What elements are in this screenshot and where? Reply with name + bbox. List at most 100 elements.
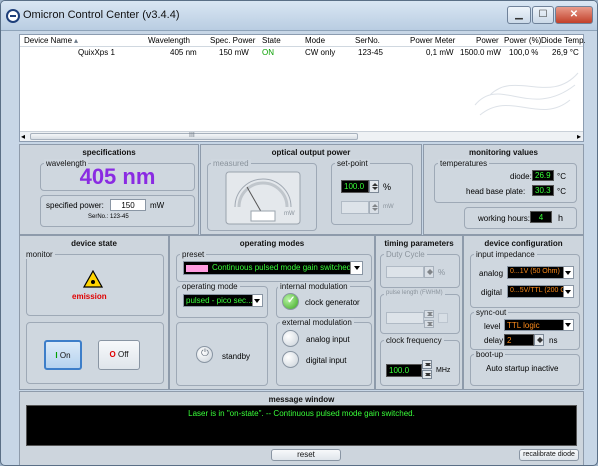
preset-select[interactable]: Continuous pulsed mode gain switched — [183, 261, 363, 275]
app-window: Omicron Control Center (v3.4.4) ▁ ☐ ✕ De… — [0, 0, 598, 466]
pulse-length-spinner-1 — [424, 310, 434, 318]
pulse-length-label: pulse length (FWHM) — [384, 290, 445, 296]
standby-toggle[interactable]: ⏻ — [196, 346, 213, 363]
table-row[interactable]: QuixXps 1 405 nm 150 mW ON CW only 123-4… — [20, 47, 583, 58]
device-state-panel: device state monitor emission I On O Off — [19, 235, 169, 390]
col-diode-temp[interactable]: Diode Temp. — [541, 36, 586, 45]
timing-panel: timing parameters Duty Cycle % pulse len… — [375, 235, 463, 390]
setpoint-mw-field — [341, 201, 369, 214]
title-bar: Omicron Control Center (v3.4.4) ▁ ☐ ✕ — [1, 1, 597, 31]
level-label: level — [484, 322, 501, 331]
temperatures-label: temperatures — [438, 159, 490, 168]
col-power[interactable]: Power — [476, 36, 499, 45]
duty-cycle-field — [386, 266, 424, 278]
laser-warning-icon — [83, 270, 103, 288]
timing-title: timing parameters — [384, 239, 454, 248]
recalibrate-diode-button[interactable]: recalibrate diode — [519, 449, 579, 461]
digital-impedance-select[interactable]: 0...5V/TTL (200 O — [507, 285, 574, 298]
close-button[interactable]: ✕ — [555, 6, 593, 24]
measured-label: measured — [211, 159, 251, 168]
operating-mode-select[interactable]: pulsed - pico sec... — [183, 294, 263, 307]
off-button[interactable]: O Off — [98, 340, 140, 370]
setpoint-mw-unit: mW — [383, 204, 394, 210]
analog-input-label: analog input — [306, 335, 350, 344]
operating-modes-panel: operating modes preset Continuous pulsed… — [169, 235, 375, 390]
scroll-left-icon[interactable]: ◂ — [21, 132, 25, 141]
clock-generator-toggle[interactable]: ✓ — [282, 293, 299, 310]
on-button[interactable]: I On — [44, 340, 82, 370]
col-wavelength[interactable]: Wavelength — [148, 36, 190, 45]
col-power-percent[interactable]: Power (%) — [504, 36, 541, 45]
list-header: Device Name ▴ Wavelength Spec. Power Sta… — [20, 35, 586, 47]
digital-dropdown-icon[interactable] — [563, 286, 573, 297]
analog-impedance-select[interactable]: 0...1V (50 Ohm) — [507, 266, 574, 279]
minimize-button[interactable]: ▁ — [507, 6, 531, 24]
horizontal-scrollbar[interactable]: ◂ III ▸ — [20, 131, 583, 141]
maximize-button[interactable]: ☐ — [532, 6, 554, 24]
diode-label: diode: — [510, 172, 532, 181]
reset-button[interactable]: reset — [271, 449, 341, 461]
operating-mode-value: pulsed - pico sec... — [186, 296, 253, 305]
setpoint-mw-spinner — [369, 201, 379, 214]
col-serno[interactable]: SerNo. — [355, 36, 380, 45]
monitoring-panel: monitoring values temperatures diode: 26… — [423, 144, 584, 235]
standby-label: standby — [222, 352, 251, 361]
cell-mode: CW only — [305, 48, 336, 57]
cell-wavelength: 405 nm — [170, 48, 197, 57]
digital-label: digital — [481, 288, 502, 297]
cell-spec-power: 150 mW — [219, 48, 249, 57]
bootup-value: Auto startup inactive — [486, 364, 559, 373]
col-power-meter[interactable]: Power Meter — [410, 36, 455, 45]
digital-input-label: digital input — [306, 356, 347, 365]
internal-mod-label: internal modulation — [278, 282, 350, 291]
clock-freq-spinner-up[interactable] — [422, 360, 432, 369]
setpoint-spinner[interactable] — [369, 180, 379, 193]
level-dropdown-icon[interactable] — [563, 320, 573, 330]
device-config-title: device configuration — [484, 239, 563, 248]
optical-output-title: optical output power — [271, 148, 351, 157]
working-hours-field: 4 — [530, 211, 552, 223]
clock-freq-spinner-down[interactable] — [422, 370, 432, 379]
setpoint-field[interactable]: 100.0 — [341, 180, 369, 193]
clock-freq-label: clock frequency — [384, 336, 444, 345]
analog-dropdown-icon[interactable] — [563, 267, 573, 278]
message-title: message window — [268, 395, 335, 404]
pulse-length-spinner-2 — [424, 320, 434, 328]
preset-dropdown-icon[interactable] — [350, 262, 362, 274]
window-title: Omicron Control Center (v3.4.4) — [23, 9, 180, 21]
cell-diode-temp: 26,9 °C — [552, 48, 579, 57]
off-indicator-icon: O — [109, 350, 116, 359]
thumb-grip-icon: III — [189, 132, 195, 139]
delay-field[interactable]: 2 — [504, 334, 534, 346]
col-state[interactable]: State — [262, 36, 281, 45]
col-spec-power[interactable]: Spec. Power — [210, 36, 255, 45]
device-list[interactable]: Device Name ▴ Wavelength Spec. Power Sta… — [19, 34, 586, 142]
optical-output-panel: optical output power measured mW set-poi… — [200, 144, 422, 235]
col-device-name[interactable]: Device Name — [24, 36, 72, 45]
off-button-label: Off — [117, 350, 129, 359]
serno-text: SerNo.: 123-45 — [88, 214, 129, 220]
pulse-length-field — [386, 312, 424, 324]
digital-impedance-value: 0...5V/TTL (200 O — [510, 287, 566, 294]
col-mode[interactable]: Mode — [305, 36, 325, 45]
digital-input-toggle[interactable] — [282, 351, 299, 368]
operating-mode-dropdown-icon[interactable] — [252, 295, 262, 306]
analog-input-toggle[interactable] — [282, 330, 299, 347]
sync-out-label: sync-out — [474, 308, 509, 317]
specified-power-field: 150 — [110, 199, 146, 211]
level-select[interactable]: TTL logic — [504, 319, 574, 331]
setpoint-label: set-point — [335, 159, 370, 168]
clock-freq-unit: MHz — [436, 367, 451, 374]
scroll-right-icon[interactable]: ▸ — [577, 132, 581, 141]
setpoint-group — [331, 163, 413, 225]
scroll-thumb[interactable]: III — [30, 132, 358, 140]
cell-power-meter: 0,1 mW — [426, 48, 454, 57]
duty-cycle-unit: % — [438, 268, 446, 277]
external-mod-label: external modulation — [280, 318, 354, 327]
operating-modes-title: operating modes — [239, 239, 305, 248]
temperatures-group — [434, 163, 577, 203]
clock-freq-field[interactable]: 100.0 — [386, 364, 422, 377]
delay-spinner[interactable] — [534, 334, 544, 346]
meter-unit: mW — [284, 211, 295, 217]
headbase-label: head base plate: — [466, 187, 526, 196]
